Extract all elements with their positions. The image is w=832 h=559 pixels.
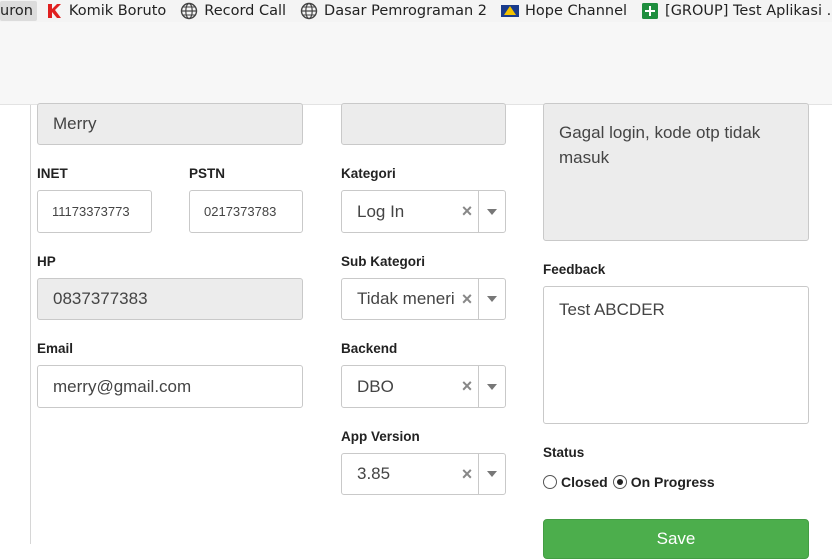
bookmark-record-call[interactable]: Record Call xyxy=(180,0,286,22)
name-value: Merry xyxy=(53,114,97,133)
save-button[interactable]: Save xyxy=(543,519,809,559)
status-on-progress-radio[interactable] xyxy=(612,475,627,489)
sheets-icon xyxy=(641,2,659,20)
bookmark-item[interactable]: uron xyxy=(0,1,37,21)
sub-kategori-value: Tidak meneri xyxy=(357,289,455,308)
bookmark-label: [GROUP] Test Aplikasi ... xyxy=(665,3,832,19)
bookmark-group-test[interactable]: [GROUP] Test Aplikasi ... xyxy=(641,0,832,22)
bookmark-label: uron xyxy=(0,3,33,19)
pstn-label: PSTN xyxy=(189,166,226,181)
app-version-value: 3.85 xyxy=(357,464,391,483)
email-value: merry@gmail.com xyxy=(53,376,192,396)
hp-value: 0837377383 xyxy=(53,289,148,308)
status-on-progress-label[interactable]: On Progress xyxy=(631,474,715,490)
name-field[interactable]: Merry xyxy=(37,103,303,145)
k-logo-icon xyxy=(45,2,63,20)
kategori-value: Log In xyxy=(357,201,405,221)
feedback-textarea[interactable]: Test ABCDER xyxy=(543,286,809,424)
bookmark-label: Komik Boruto xyxy=(68,3,167,19)
bookmark-komik-boruto[interactable]: Komik Boruto xyxy=(45,0,166,22)
clear-icon[interactable]: × xyxy=(456,376,478,397)
left-divider xyxy=(30,105,31,544)
clear-icon[interactable]: × xyxy=(456,289,478,310)
chevron-down-icon[interactable] xyxy=(479,383,505,390)
kategori-select[interactable]: Log In × xyxy=(341,190,506,233)
inet-label: INET xyxy=(37,166,68,181)
inet-value: 11173373773 xyxy=(52,204,130,219)
hp-field[interactable]: 0837377383 xyxy=(37,278,303,320)
clear-icon[interactable]: × xyxy=(456,201,478,222)
app-version-select[interactable]: 3.85 × xyxy=(341,453,506,495)
bookmark-label: Dasar Pemrograman 2 xyxy=(324,3,487,19)
feedback-value: Test ABCDER xyxy=(559,300,665,319)
sub-kategori-label: Sub Kategori xyxy=(341,254,426,269)
sub-kategori-select[interactable]: Tidak meneri × xyxy=(341,278,506,320)
bookmarks-bar: uron Komik Boruto Record Call Dasar Pemr… xyxy=(0,0,832,22)
email-input[interactable]: merry@gmail.com xyxy=(37,365,303,408)
keluhan-textarea[interactable]: Gagal login, kode otp tidak masuk xyxy=(543,103,809,241)
email-label: Email xyxy=(37,341,74,356)
bookmark-dasar-pemrograman[interactable]: Dasar Pemrograman 2 xyxy=(300,0,487,22)
chevron-down-icon[interactable] xyxy=(479,208,505,215)
chevron-down-icon[interactable] xyxy=(479,471,505,477)
hp-label: HP xyxy=(37,254,56,269)
status-closed-radio[interactable] xyxy=(543,475,557,489)
chevron-down-icon[interactable] xyxy=(479,296,505,302)
backend-value: DBO xyxy=(357,376,394,396)
hope-logo-icon xyxy=(500,2,519,20)
keluhan-value: Gagal login, kode otp tidak masuk xyxy=(559,123,761,167)
status-closed-label[interactable]: Closed xyxy=(561,474,608,490)
backend-label: Backend xyxy=(341,341,398,356)
app-version-label: App Version xyxy=(341,429,420,444)
globe-icon xyxy=(180,2,198,20)
bookmark-label: Hope Channel xyxy=(524,3,628,19)
page-header-area xyxy=(0,22,832,105)
pstn-input[interactable]: 0217373783 xyxy=(189,190,303,233)
feedback-label: Feedback xyxy=(543,262,606,277)
pstn-value: 0217373783 xyxy=(204,204,277,219)
status-label: Status xyxy=(543,445,585,460)
clear-icon[interactable]: × xyxy=(456,464,478,485)
inet-input[interactable]: 11173373773 xyxy=(37,190,152,233)
empty-disabled-field[interactable] xyxy=(341,103,506,145)
status-radio-group: Closed On Progress xyxy=(543,474,715,490)
backend-select[interactable]: DBO × xyxy=(341,365,506,408)
bookmark-hope-channel[interactable]: Hope Channel xyxy=(500,0,628,22)
bookmark-label: Record Call xyxy=(204,3,287,19)
globe-icon xyxy=(300,2,318,20)
kategori-label: Kategori xyxy=(341,166,396,181)
